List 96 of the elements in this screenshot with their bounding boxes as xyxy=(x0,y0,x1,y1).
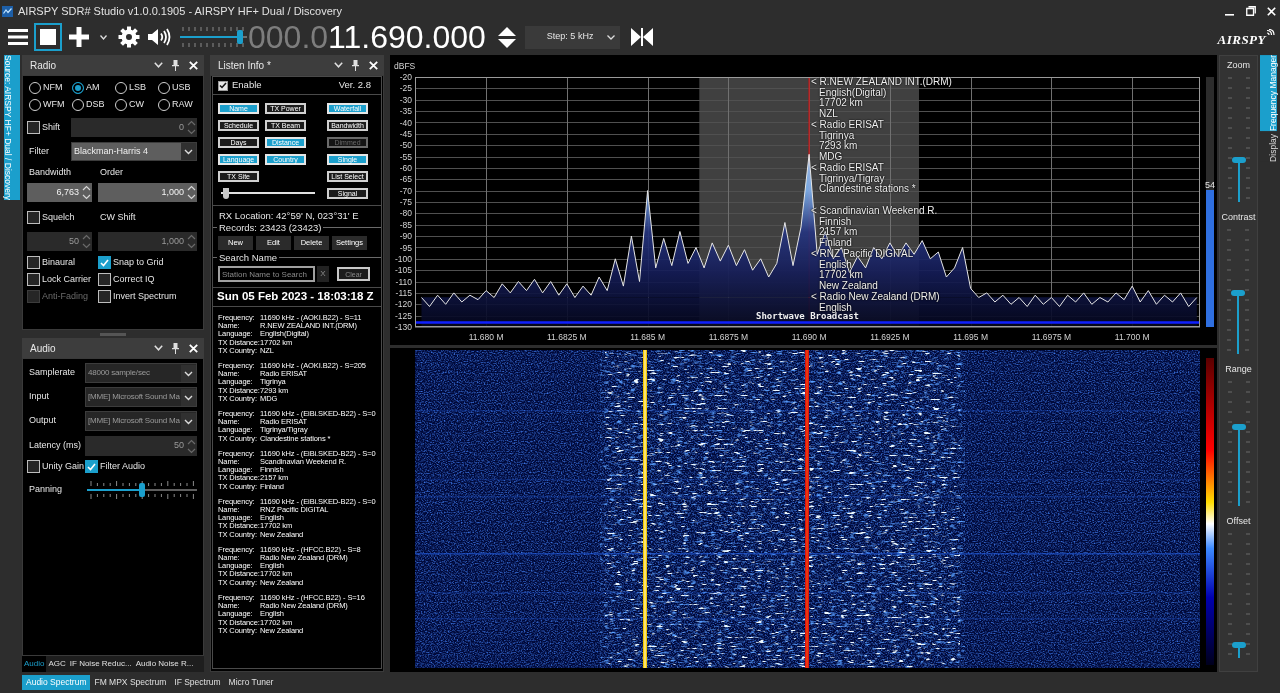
y-tick-label: -30 xyxy=(399,94,412,105)
field-label: Bandwidth xyxy=(29,166,72,179)
axis-label: dBFS xyxy=(394,61,416,71)
field-label: CW Shift xyxy=(100,211,136,224)
station-label: < Radio New Zealand (DRM) xyxy=(811,292,940,303)
location-text: RX Location: 42°59' N, 023°31' E xyxy=(219,210,359,222)
mode-label: RAW xyxy=(172,98,193,112)
timestamp: Sun 05 Feb 2023 - 18:03:18 Z xyxy=(217,289,374,305)
station-detail: Tigrinya xyxy=(818,130,855,142)
frequency-value: 11.690.000 xyxy=(328,21,486,53)
mode-label: CW xyxy=(129,98,144,112)
version-label: Ver. 2.8 xyxy=(338,78,371,93)
y-tick-label: -20 xyxy=(399,72,412,82)
option-label: Filter Audio xyxy=(100,460,146,473)
station-detail: NZL xyxy=(818,108,838,120)
field-label: Filter xyxy=(29,144,49,158)
y-tick-label: -80 xyxy=(399,208,412,219)
y-tick-label: -85 xyxy=(399,219,412,230)
option-label: Snap to Grid xyxy=(113,255,164,269)
option-label: Binaural xyxy=(42,255,76,269)
field-label: Shift xyxy=(42,120,60,134)
mode-label: USB xyxy=(172,81,191,95)
station-detail: Finnish xyxy=(818,216,852,227)
y-tick-label: -75 xyxy=(399,197,412,207)
option-label: Correct IQ xyxy=(113,272,155,286)
slider-label: Zoom xyxy=(1227,59,1250,72)
station-detail: Tigrinya/Tigray xyxy=(818,173,885,185)
station-label: < R.NEW ZEALAND INT.(DRM) xyxy=(811,77,952,88)
y-tick-label: -70 xyxy=(399,185,412,196)
y-tick-label: -90 xyxy=(399,231,412,242)
field-label: Panning xyxy=(29,483,63,497)
x-tick-label: 11.685 M xyxy=(630,332,665,342)
slider-label: Offset xyxy=(1226,515,1251,528)
option-label: Enable xyxy=(232,78,262,93)
station-detail: 17702 km xyxy=(818,98,863,109)
panel-title: Listen Info * xyxy=(218,58,272,73)
y-tick-label: -120 xyxy=(395,299,412,310)
field-label: Output xyxy=(29,414,57,428)
option-label: Anti-Fading xyxy=(42,289,89,303)
y-tick-label: -35 xyxy=(399,106,412,117)
station-detail: English xyxy=(819,302,852,313)
station-detail: New Zealand xyxy=(818,280,878,292)
slider-label: Contrast xyxy=(1221,211,1256,224)
slider-label: Range xyxy=(1225,363,1252,376)
field-label: Input xyxy=(29,390,50,404)
y-tick-label: -50 xyxy=(399,140,412,151)
mode-label: LSB xyxy=(129,81,146,95)
group-legend: Records: 23423 (23423) xyxy=(217,222,324,233)
station-detail: 2157 km xyxy=(818,227,858,238)
x-tick-label: 11.6925 M xyxy=(870,332,910,342)
y-tick-label: -100 xyxy=(395,253,412,264)
y-tick-label: -45 xyxy=(399,128,412,139)
x-tick-label: 11.6825 M xyxy=(547,332,587,342)
frequency-prefix: 000.0 xyxy=(248,21,329,53)
x-tick-label: 11.695 M xyxy=(953,332,988,342)
station-label: < Radio ERISAT xyxy=(811,163,884,174)
y-tick-label: -95 xyxy=(399,242,412,253)
panel-title: Radio xyxy=(30,58,58,73)
mode-label: WFM xyxy=(43,98,65,112)
station-detail: 7293 km xyxy=(818,141,858,152)
y-tick-label: -40 xyxy=(399,117,412,128)
field-label: Order xyxy=(100,166,123,179)
station-label: < Radio ERISAT xyxy=(811,120,884,131)
x-tick-label: 11.700 M xyxy=(1114,332,1150,342)
x-tick-label: 11.680 M xyxy=(468,332,504,342)
option-label: Invert Spectrum xyxy=(113,289,177,303)
mode-label: DSB xyxy=(86,98,105,112)
option-label: Lock Carrier xyxy=(42,272,91,286)
meter-reading: 54 xyxy=(1205,179,1215,190)
y-tick-label: -105 xyxy=(395,265,412,276)
station-detail: 17702 km xyxy=(818,270,863,281)
mode-label: AM xyxy=(86,81,100,95)
x-tick-label: 11.6875 M xyxy=(708,332,749,342)
y-tick-label: -60 xyxy=(399,162,412,173)
x-tick-label: 11.690 M xyxy=(791,332,827,342)
station-detail: MDG xyxy=(818,151,843,163)
station-detail: English(Digital) xyxy=(818,87,887,99)
y-tick-label: -110 xyxy=(395,276,412,287)
y-tick-label: -65 xyxy=(399,174,412,185)
window-title: AIRSPY SDR# Studio v1.0.0.1905 - AIRSPY HF+ Dual / Discovery xyxy=(18,3,342,19)
mode-label: NFM xyxy=(43,81,63,95)
x-tick-label: 11.6975 M xyxy=(1031,332,1072,342)
y-tick-label: -25 xyxy=(399,83,412,94)
option-label: Unity Gain xyxy=(42,460,85,473)
y-tick-label: -125 xyxy=(395,310,412,321)
panel-title: Audio xyxy=(30,341,57,356)
field-label: Latency (ms) xyxy=(29,439,81,453)
group-legend: Search Name xyxy=(217,252,280,263)
station-detail: Clandestine stations * xyxy=(818,184,916,195)
y-tick-label: -130 xyxy=(395,322,412,332)
y-tick-label: -55 xyxy=(399,151,412,162)
logo-text: AIRSPY xyxy=(1217,32,1266,46)
field-label: Squelch xyxy=(42,211,75,224)
y-tick-label: -115 xyxy=(395,287,412,298)
field-label: Samplerate xyxy=(29,366,76,380)
band-label: Shortwave Broadcast xyxy=(756,311,859,321)
